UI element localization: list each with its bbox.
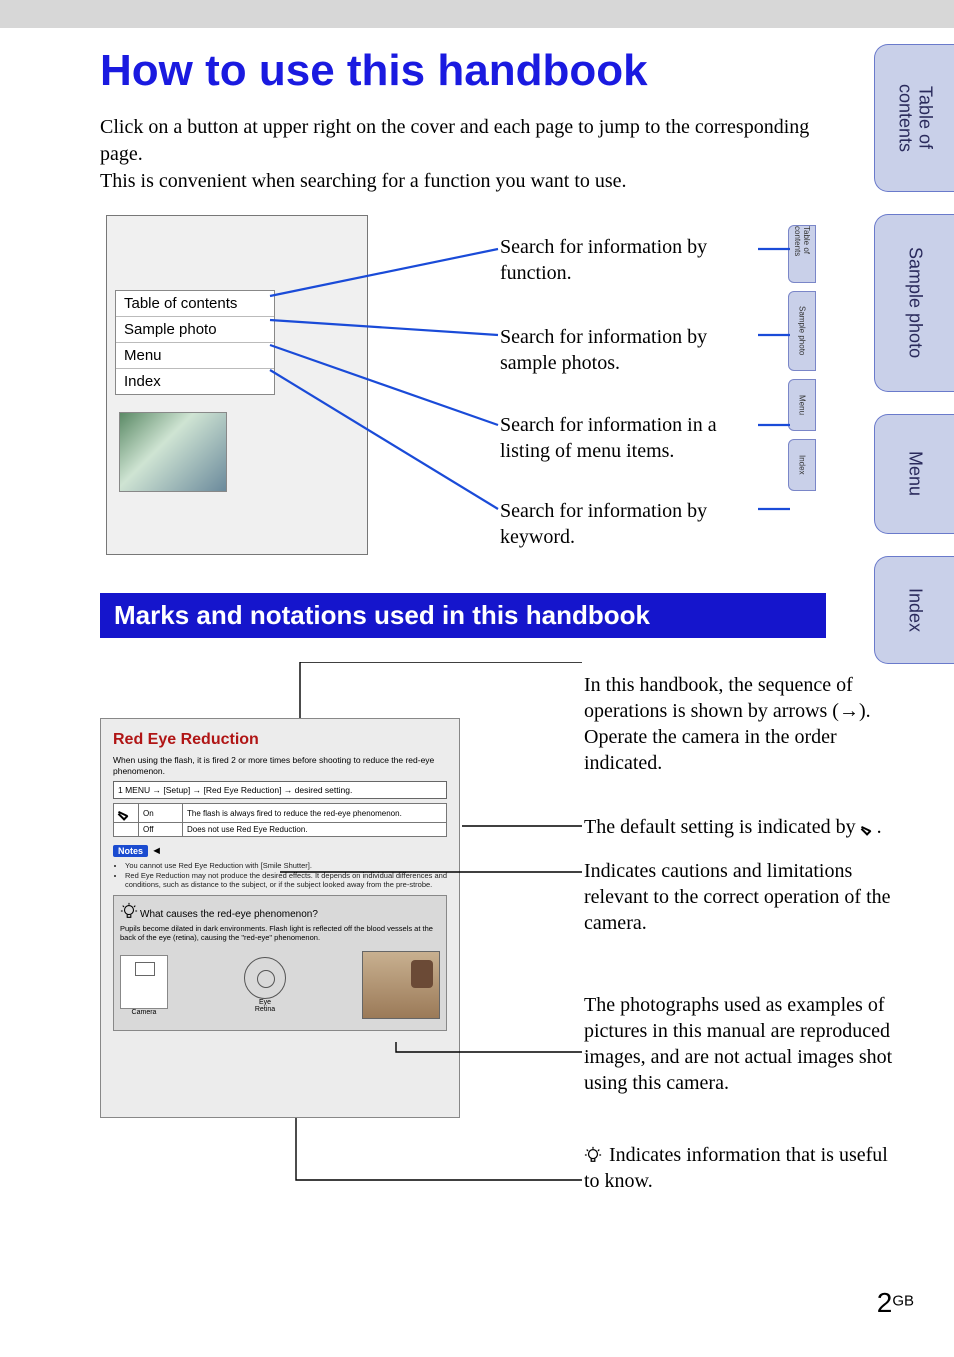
notes-badge: Notes (113, 845, 148, 857)
eye-icon (244, 957, 286, 999)
default-checkmark-icon (861, 821, 877, 835)
note-useful-info: Indicates information that is useful to … (584, 1142, 904, 1194)
tip-title: What causes the red-eye phenomenon? (120, 902, 440, 920)
tip-text: Pupils become dilated in dark environmen… (120, 924, 440, 942)
note-reproduced-photos: The photographs used as examples of pict… (584, 992, 904, 1096)
sample-page-title: Red Eye Reduction (113, 731, 447, 749)
diagram-label-function: Search for information by function. (500, 235, 760, 286)
tip-card: What causes the red-eye phenomenon? Pupi… (113, 895, 447, 1031)
mock-menu-item-sample: Sample photo (116, 317, 274, 343)
mock-menu-item-toc: Table of contents (116, 291, 274, 317)
note-default-setting: The default setting is indicated by . (584, 814, 904, 840)
mock-menu-list: Table of contents Sample photo Menu Inde… (115, 290, 275, 395)
top-grey-bar (0, 0, 954, 28)
mock-menu-item-index: Index (116, 369, 274, 394)
page-number-value: 2 (877, 1287, 893, 1318)
small-tab-sample: Sample photo (788, 291, 816, 371)
note-sequence-arrows: In this handbook, the sequence of operat… (584, 672, 904, 776)
notes-list: You cannot use Red Eye Reduction with [S… (125, 861, 447, 889)
caption-eye: Eye (244, 999, 286, 1006)
note-cautions: Indicates cautions and limitations relev… (584, 858, 904, 936)
sample-step-box: 1 MENU → [Setup] → [Red Eye Reduction] →… (113, 781, 447, 799)
small-tab-index: Index (788, 439, 816, 491)
mock-sample-photo-thumbnail (119, 412, 227, 492)
checkmark-icon (118, 806, 134, 820)
page-title: How to use this handbook (100, 46, 904, 96)
sample-manual-page: Red Eye Reduction When using the flash, … (100, 718, 460, 1118)
note-2: Red Eye Reduction may not produce the de… (125, 871, 447, 889)
diagram-small-tabs: Table of contents Sample photo Menu Inde… (788, 225, 816, 491)
check-cell (114, 804, 139, 823)
navigation-diagram: Table of contents Sample photo Menu Inde… (100, 207, 820, 567)
camera-icon (120, 955, 168, 1009)
sample-photo-icon (362, 951, 440, 1019)
mock-cover-page: Table of contents Sample photo Menu Inde… (106, 215, 368, 555)
bulb-icon-large (584, 1145, 602, 1163)
small-tab-toc: Table of contents (788, 225, 816, 283)
page-number: 2GB (877, 1287, 914, 1319)
small-tab-menu: Menu (788, 379, 816, 431)
intro-paragraph-2: This is convenient when searching for a … (100, 168, 840, 195)
section-heading-bar: Marks and notations used in this handboo… (100, 593, 826, 638)
caption-retina: Retina (244, 1006, 286, 1013)
notations-diagram: Red Eye Reduction When using the flash, … (100, 662, 840, 1222)
diagram-label-keyword: Search for information by keyword. (500, 499, 760, 550)
bulb-icon (120, 902, 138, 920)
row-off-label: Off (139, 823, 183, 837)
page-number-suffix: GB (892, 1293, 914, 1310)
row-on-desc: The flash is always fired to reduce the … (183, 804, 447, 823)
caption-camera: Camera (120, 1009, 168, 1016)
sample-settings-table: On The flash is always fired to reduce t… (113, 803, 447, 837)
diagram-label-sample-photos: Search for information by sample photos. (500, 325, 760, 376)
tip-image-row: Camera EyeRetina (120, 946, 440, 1024)
intro-paragraph-1: Click on a button at upper right on the … (100, 114, 840, 168)
mock-menu-item-menu: Menu (116, 343, 274, 369)
row-on-label: On (139, 804, 183, 823)
diagram-label-menu-items: Search for information in a listing of m… (500, 413, 760, 464)
sample-page-desc: When using the flash, it is fired 2 or m… (113, 755, 447, 776)
row-off-desc: Does not use Red Eye Reduction. (183, 823, 447, 837)
note-1: You cannot use Red Eye Reduction with [S… (125, 861, 447, 870)
